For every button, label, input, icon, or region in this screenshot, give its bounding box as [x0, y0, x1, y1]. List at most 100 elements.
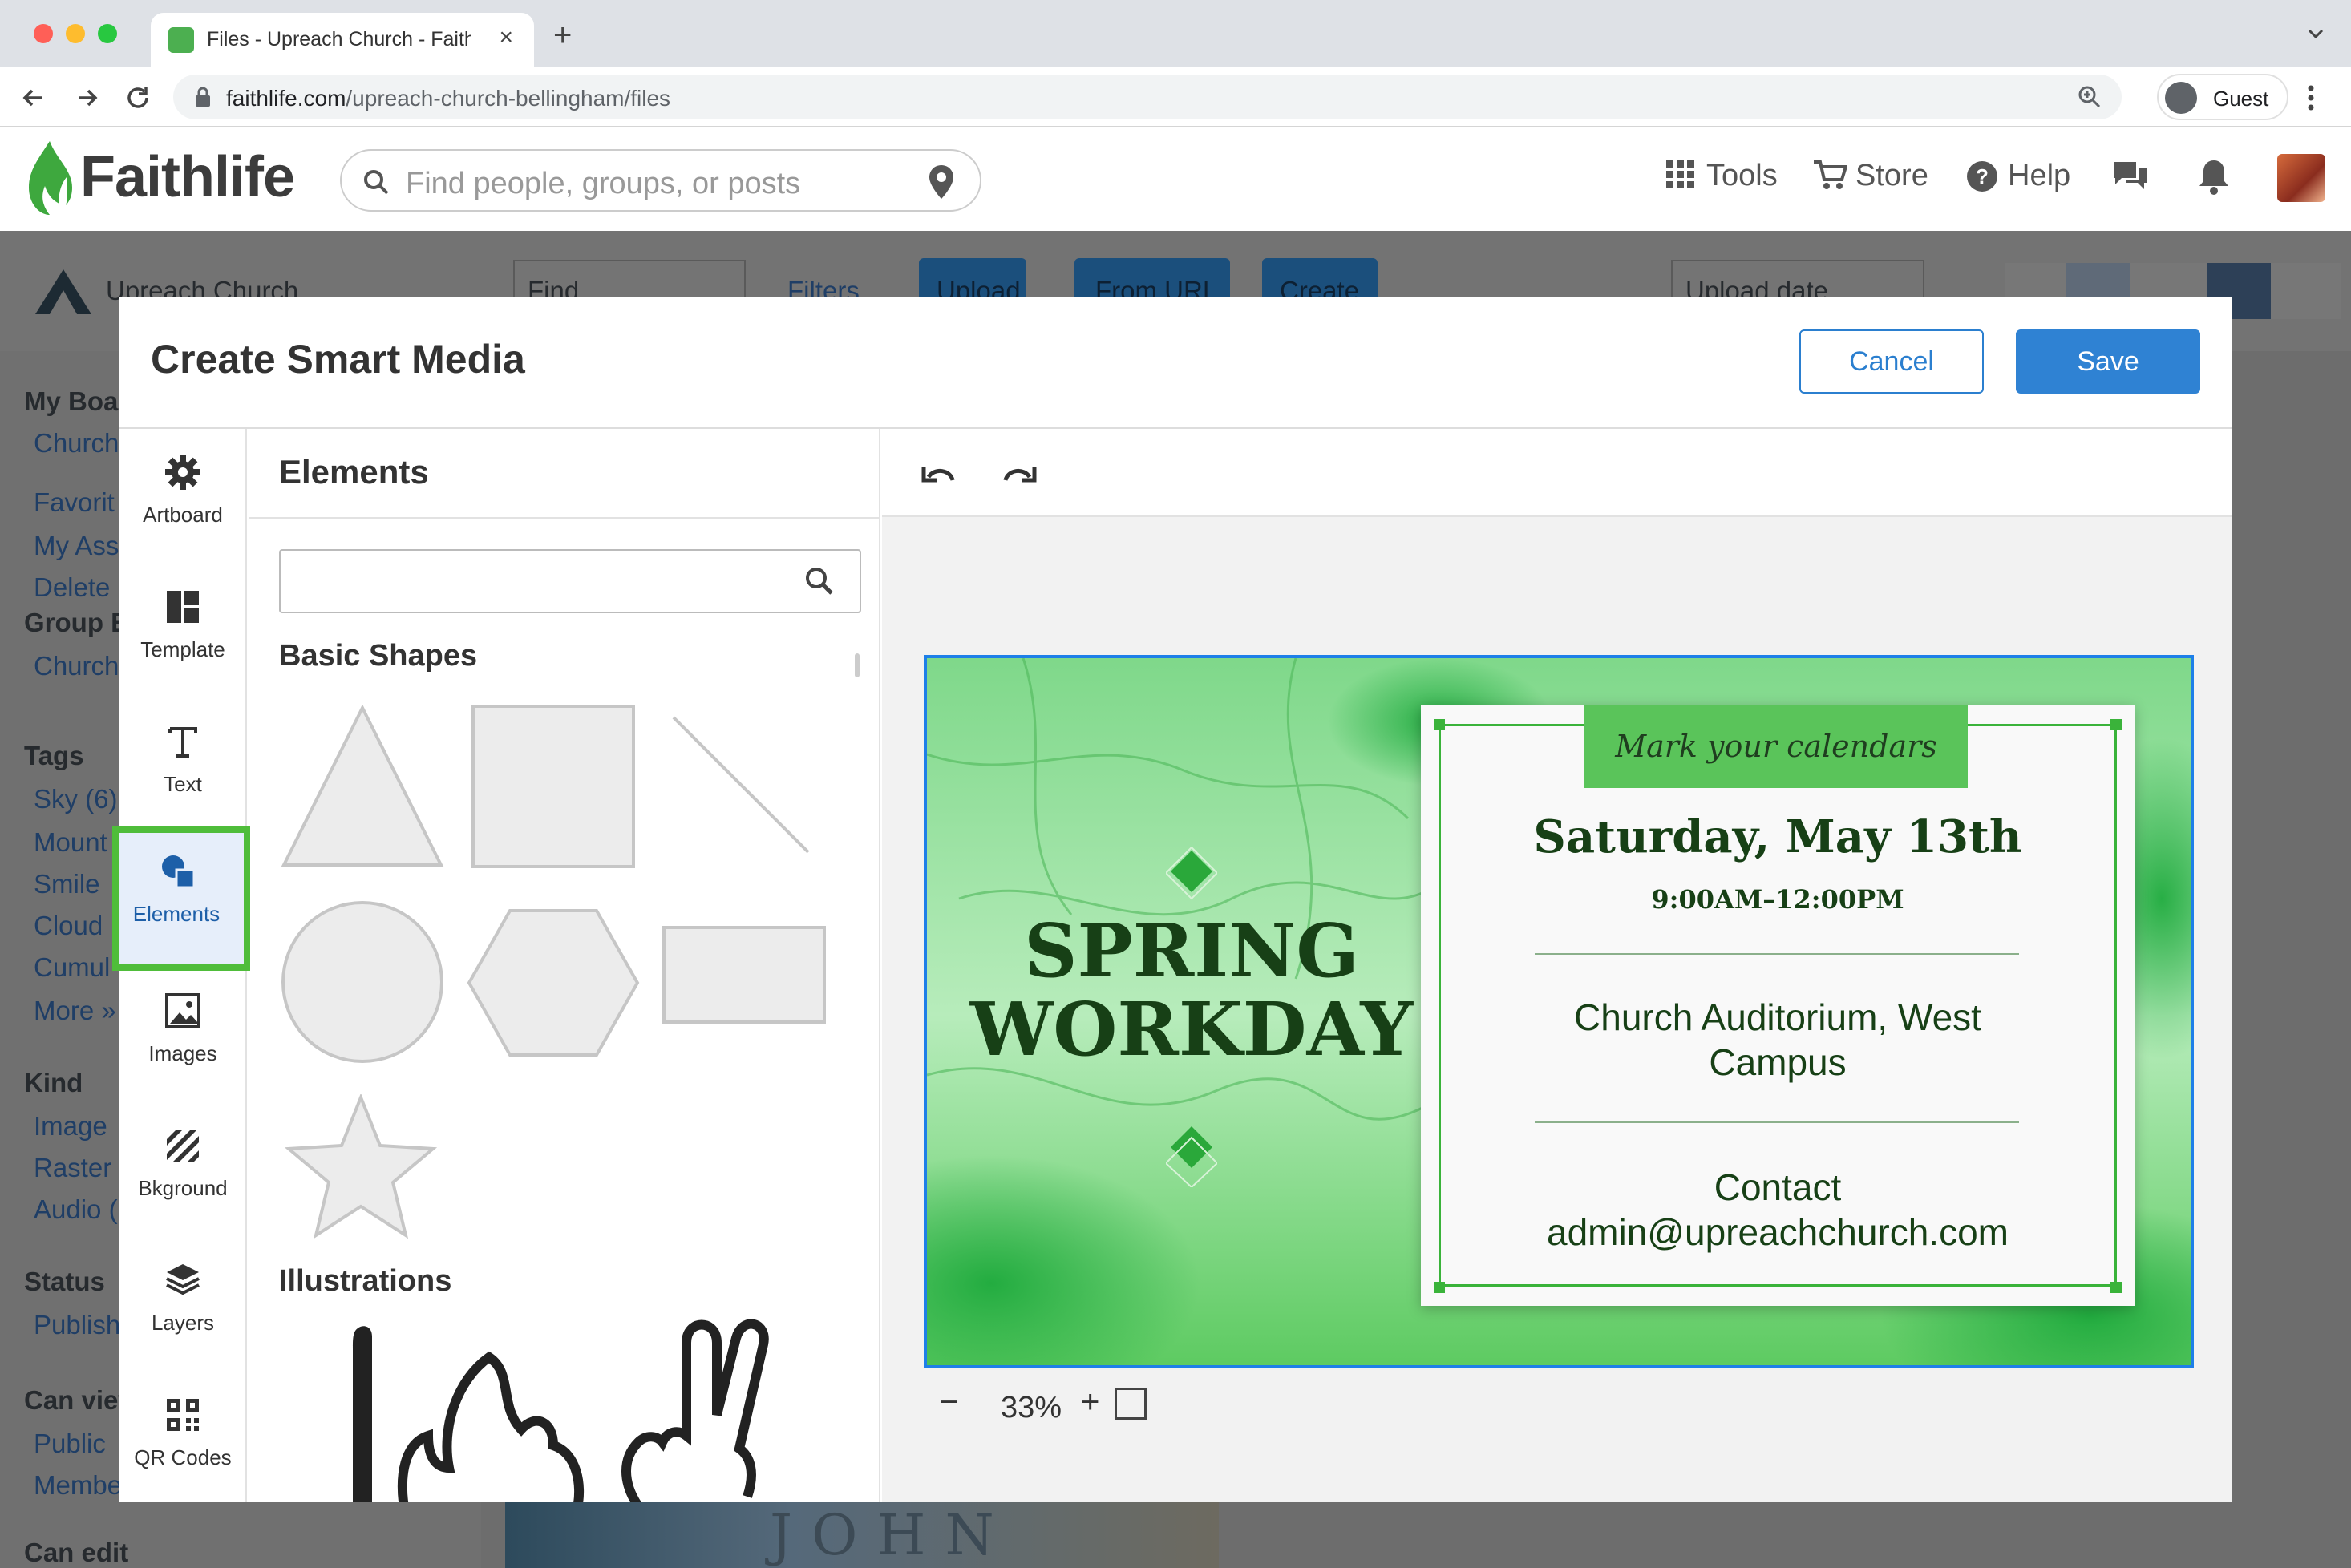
shape-circle[interactable] [281, 900, 444, 1064]
save-button[interactable]: Save [2016, 329, 2200, 394]
redo-icon[interactable] [999, 459, 1038, 488]
location-line-2: Campus [1709, 1041, 1847, 1083]
shape-square[interactable] [471, 705, 635, 868]
qr-code-icon [164, 1396, 202, 1434]
tab-list-chevron-icon[interactable] [2304, 22, 2327, 45]
headline-line-2: WORKDAY [969, 986, 1414, 1073]
panel-title: Elements [279, 453, 429, 491]
image-icon [164, 992, 202, 1030]
contact-line-2: admin@upreachchurch.com [1547, 1211, 2009, 1253]
ribbon-text[interactable]: Mark your calendars [1584, 705, 1968, 788]
elements-search-input[interactable] [279, 549, 861, 613]
browser-menu-icon[interactable] [2306, 82, 2316, 114]
resize-handle[interactable] [2110, 1282, 2122, 1293]
tab-title: Files - Upreach Church - Faithlife [207, 28, 471, 51]
site-search-placeholder: Find people, groups, or posts [406, 167, 801, 200]
shape-hexagon[interactable] [467, 908, 640, 1057]
illustration-fire[interactable] [396, 1325, 589, 1502]
forward-icon[interactable] [71, 82, 103, 114]
search-icon [803, 565, 836, 597]
faithlife-logo-text[interactable]: Faithlife [80, 144, 295, 210]
group-logo-icon [35, 269, 91, 314]
canvas-workspace: SPRING WORKDAY Mark your calendars Satur… [882, 429, 2232, 1502]
rail-label: Layers [151, 1311, 215, 1335]
rail-item-elements[interactable]: Elements [112, 826, 250, 971]
browser-tab[interactable]: Files - Upreach Church - Faithlife × [151, 13, 534, 67]
shape-triangle[interactable] [281, 705, 444, 868]
card-divider [1535, 953, 2019, 955]
resize-handle[interactable] [2110, 719, 2122, 730]
reload-icon[interactable] [122, 82, 154, 114]
rail-label: Artboard [143, 503, 223, 527]
section-basic-shapes: Basic Shapes [279, 639, 478, 673]
rail-item-images[interactable]: Images [119, 968, 247, 1096]
zoom-out-button[interactable]: − [940, 1384, 958, 1420]
rail-item-template[interactable]: Template [119, 564, 247, 692]
event-info-card[interactable]: Mark your calendars Saturday, May 13th 9… [1421, 705, 2135, 1306]
zoom-in-button[interactable]: + [1081, 1384, 1099, 1420]
rail-item-artboard[interactable]: Artboard [119, 429, 247, 557]
user-avatar[interactable] [2277, 154, 2325, 202]
resize-handle[interactable] [1434, 719, 1445, 730]
help-icon[interactable]: ? [1966, 160, 1998, 192]
faithlife-flame-logo-icon[interactable] [22, 138, 72, 218]
resize-handle[interactable] [1434, 1282, 1445, 1293]
rail-label: Bkground [138, 1176, 228, 1200]
search-icon [362, 168, 390, 196]
event-date[interactable]: Saturday, May 13th [1421, 810, 2135, 863]
rail-label: Template [140, 637, 225, 661]
text-icon [164, 722, 202, 761]
fit-to-screen-icon[interactable] [1115, 1388, 1147, 1420]
event-time[interactable]: 9:00AM–12:00PM [1421, 884, 2135, 915]
card-divider [1535, 1121, 2019, 1123]
elements-panel: Elements Basic Shapes Illustrations [249, 429, 880, 1502]
event-contact[interactable]: Contact admin@upreachchurch.com [1421, 1165, 2135, 1255]
nav-store[interactable]: Store [1855, 159, 1928, 193]
new-tab-icon[interactable]: + [553, 18, 572, 54]
messages-icon[interactable] [2110, 159, 2151, 194]
site-search-input[interactable]: Find people, groups, or posts [340, 149, 981, 212]
illustration-peace-hand[interactable] [590, 1319, 783, 1502]
tool-rail: Artboard Template Text Elements Images B… [112, 429, 250, 1502]
panel-scrollbar[interactable] [855, 653, 860, 677]
nav-tools[interactable]: Tools [1706, 159, 1778, 193]
rail-item-qr-codes[interactable]: QR Codes [119, 1372, 247, 1500]
background-banner-image: JOHN [505, 1502, 1219, 1568]
rail-label: Images [148, 1041, 217, 1065]
window-minimize-button[interactable] [66, 24, 85, 43]
event-location[interactable]: Church Auditorium, West Campus [1421, 995, 2135, 1085]
profile-button[interactable]: Guest [2157, 74, 2288, 120]
canvas-toolbar [882, 429, 2232, 517]
illustration-raised-finger[interactable] [348, 1324, 380, 1502]
rail-item-background[interactable]: Bkground [119, 1102, 247, 1231]
url-field[interactable]: faithlife.com/upreach-church-bellingham/… [173, 75, 2122, 119]
store-cart-icon[interactable] [1812, 159, 1847, 191]
shape-line[interactable] [670, 714, 811, 855]
headline[interactable]: SPRING WORKDAY [927, 911, 1456, 1069]
location-line-1: Church Auditorium, West [1574, 996, 1981, 1038]
notifications-bell-icon[interactable] [2197, 157, 2231, 196]
undo-icon[interactable] [921, 459, 959, 488]
shape-rectangle[interactable] [662, 926, 826, 1024]
rail-item-text[interactable]: Text [119, 698, 247, 826]
lock-icon [194, 86, 212, 108]
back-icon[interactable] [18, 82, 50, 114]
window-close-button[interactable] [34, 24, 53, 43]
template-icon [164, 588, 202, 626]
cancel-button[interactable]: Cancel [1799, 329, 1984, 394]
faithlife-favicon-icon [168, 27, 194, 53]
nav-help[interactable]: Help [2008, 159, 2070, 193]
rail-item-layers[interactable]: Layers [119, 1237, 247, 1365]
zoom-icon[interactable] [2077, 84, 2102, 110]
tab-close-icon[interactable]: × [499, 24, 513, 51]
shape-star[interactable] [282, 1094, 439, 1243]
headline-line-1: SPRING [1024, 907, 1359, 994]
artboard-canvas[interactable]: SPRING WORKDAY Mark your calendars Satur… [924, 655, 2194, 1368]
location-pin-icon[interactable] [927, 164, 956, 200]
rail-label: Text [164, 772, 202, 796]
elements-icon [159, 852, 197, 891]
tools-grid-icon[interactable] [1666, 160, 1695, 189]
svg-text:?: ? [1976, 164, 1989, 188]
window-maximize-button[interactable] [98, 24, 117, 43]
panel-divider [249, 517, 879, 519]
